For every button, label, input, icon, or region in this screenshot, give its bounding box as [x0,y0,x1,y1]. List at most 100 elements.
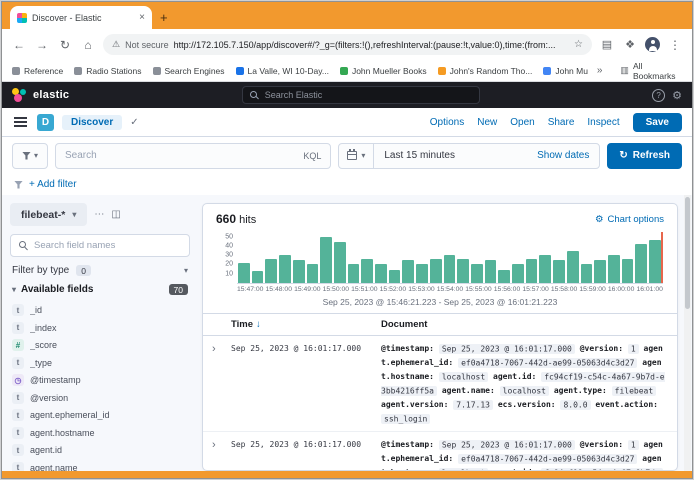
field-item[interactable]: #_score [12,338,188,352]
field-item[interactable]: t@version [12,391,188,405]
bookmark-item[interactable]: John Mueller Books... [543,66,588,76]
calendar-dropdown-button[interactable]: ▾ [339,144,374,168]
tab-close-icon[interactable]: × [139,12,145,23]
topnav-link-open[interactable]: Open [510,117,534,128]
histogram-bar[interactable] [402,260,414,283]
expand-row-icon[interactable]: › [212,342,231,426]
bookmarks-overflow-icon[interactable]: » [597,65,603,76]
field-item[interactable]: ◷@timestamp [12,373,188,387]
histogram-bar[interactable] [238,263,250,283]
hamburger-menu-icon[interactable] [14,121,27,123]
time-range-label[interactable]: Last 15 minutes [374,150,527,161]
field-item[interactable]: t_index [12,321,188,335]
browser-tab[interactable]: Discover - Elastic × [10,6,152,29]
table-row[interactable]: ›Sep 25, 2023 @ 16:01:17.000@timestamp: … [203,432,677,470]
topnav-link-options[interactable]: Options [430,117,464,128]
histogram-bar[interactable] [581,264,593,283]
page-scrollbar[interactable] [684,195,691,471]
table-row[interactable]: ›Sep 25, 2023 @ 16:01:17.000@timestamp: … [203,336,677,432]
space-badge[interactable]: D [37,114,54,131]
add-filter-button[interactable]: + Add filter [29,179,77,190]
histogram-bar[interactable] [430,259,442,283]
field-search-input[interactable] [34,240,181,251]
available-fields-header[interactable]: ▾ Available fields 70 [10,284,190,295]
topnav-link-share[interactable]: Share [548,117,575,128]
help-icon[interactable]: ? [652,89,665,102]
histogram-bar[interactable] [553,260,565,283]
histogram-bar[interactable] [307,264,319,283]
histogram-bar[interactable] [334,242,346,283]
global-search-input[interactable] [265,90,472,100]
field-item[interactable]: tagent.ephemeral_id [12,408,188,422]
field-search-box[interactable] [10,234,190,257]
histogram-bar[interactable] [594,260,606,283]
forward-icon[interactable]: → [34,38,50,52]
field-item[interactable]: t_type [12,356,188,370]
refresh-button[interactable]: ↻ Refresh [607,143,682,169]
all-bookmarks-button[interactable]: ▥ All Bookmarks [620,61,682,81]
show-dates-button[interactable]: Show dates [527,150,599,161]
bookmark-item[interactable]: La Valle, WI 10-Day... [236,66,329,76]
new-tab-icon[interactable]: + [160,10,168,25]
field-item[interactable]: tagent.hostname [12,426,188,440]
topnav-link-inspect[interactable]: Inspect [587,117,619,128]
bookmark-item[interactable]: John's Random Tho... [438,66,533,76]
side-panel-icon[interactable]: ▤ [599,38,615,51]
security-label[interactable]: Not secure [125,40,169,50]
histogram-bar[interactable] [567,251,579,283]
expand-row-icon[interactable]: › [212,438,231,470]
bookmark-item[interactable]: Radio Stations [74,66,141,76]
histogram-bar[interactable] [622,259,634,283]
histogram-bar[interactable] [265,259,277,283]
chart-options-button[interactable]: ⚙ Chart options [595,214,664,225]
reload-icon[interactable]: ↻ [57,38,73,52]
url-text[interactable]: http://172.105.7.150/app/discover#/?_g=(… [174,40,569,50]
histogram-bar[interactable] [348,264,360,283]
query-input[interactable] [65,150,297,161]
home-icon[interactable]: ⌂ [80,38,96,52]
gear-icon[interactable]: ⚙ [672,89,682,102]
histogram-bar[interactable] [649,240,661,283]
back-icon[interactable]: ← [11,38,27,52]
field-item[interactable]: t_id [12,303,188,317]
collapse-sidebar-icon[interactable]: ◫ [111,209,120,220]
extensions-icon[interactable]: ❖ [622,38,638,51]
histogram-bar[interactable] [471,264,483,283]
bookmark-star-icon[interactable]: ☆ [574,39,583,50]
global-search-box[interactable] [242,86,480,104]
menu-icon[interactable]: ⋮ [667,38,683,52]
histogram-bar[interactable] [608,255,620,283]
bookmark-item[interactable]: Reference [12,66,63,76]
histogram-bar[interactable] [457,259,469,283]
histogram-bar[interactable] [444,255,456,283]
time-column-header[interactable]: Time ↓ [231,319,381,330]
address-bar[interactable]: ⚠ Not secure http://172.105.7.150/app/di… [103,34,592,55]
breadcrumb[interactable]: Discover [62,115,122,130]
field-item[interactable]: tagent.name [12,461,188,471]
histogram-bar[interactable] [252,271,264,283]
histogram-bar[interactable] [361,259,373,283]
histogram-bar[interactable] [375,264,387,283]
filter-by-type[interactable]: Filter by type 0 ▾ [10,265,190,276]
bookmark-item[interactable]: John Mueller Books [340,66,427,76]
index-pattern-selector[interactable]: filebeat-* ▾ [10,203,87,226]
query-input-box[interactable]: KQL [55,143,331,169]
field-item[interactable]: tagent.id [12,443,188,457]
query-language-label[interactable]: KQL [303,151,321,161]
histogram-bar[interactable] [635,244,647,283]
histogram-bar[interactable] [320,237,332,283]
filter-dropdown-button[interactable]: ▾ [12,143,48,169]
histogram-bar[interactable] [293,260,305,283]
histogram-bar[interactable] [539,255,551,283]
more-options-icon[interactable]: ⋯ [94,209,104,220]
profile-avatar[interactable] [645,37,660,52]
histogram-bar[interactable] [498,270,510,283]
save-button[interactable]: Save [633,113,682,132]
histogram-bar[interactable] [416,264,428,283]
histogram-bar[interactable] [512,264,524,283]
scrollbar-thumb[interactable] [685,197,690,309]
histogram-bar[interactable] [389,270,401,283]
histogram-bar[interactable] [526,259,538,283]
histogram-bar[interactable] [279,255,291,283]
elastic-logo[interactable] [12,88,26,102]
